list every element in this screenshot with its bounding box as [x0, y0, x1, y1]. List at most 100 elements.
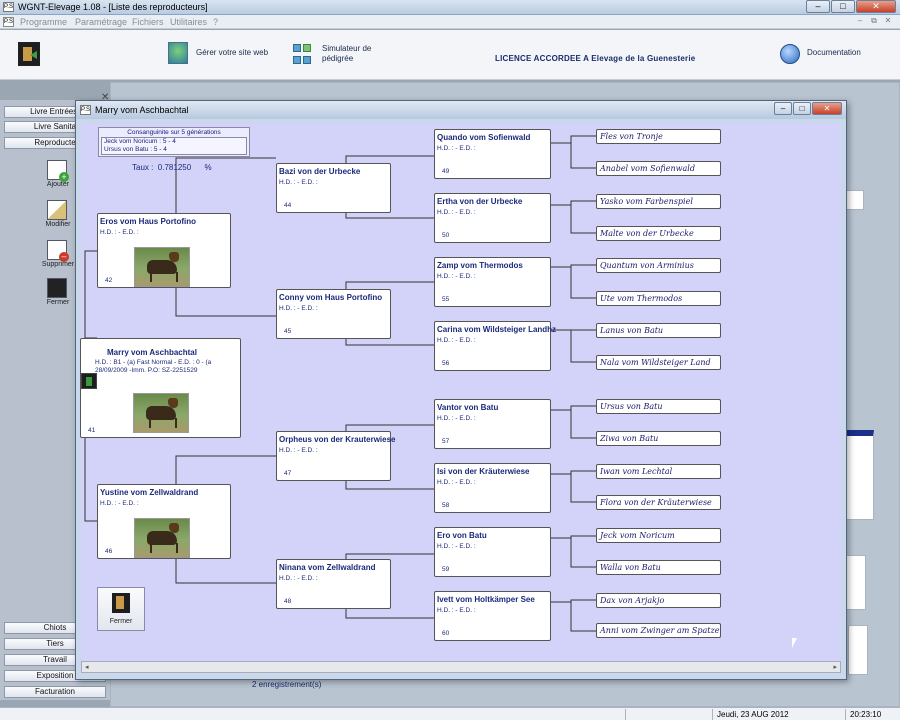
dog-name: Vantor von Batu [437, 403, 499, 412]
dog-name: Orpheus von der Krauterwiese [279, 435, 396, 444]
gen4-card[interactable]: Flora von der Kräuterwiese [596, 495, 721, 510]
menubar: P.S Programme Paramétrage Fichiers Utili… [0, 15, 900, 29]
simulator-label-line1[interactable]: Simulateur de [322, 44, 371, 54]
sire-card[interactable]: Eros vom Haus Portofino H.D. : - E.D. : … [97, 213, 231, 288]
close-button[interactable]: ✕ [856, 0, 896, 13]
dog-health: H.D. : - E.D. : [437, 337, 476, 344]
gen3-card[interactable]: Ivett vom Holtkämper See H.D. : - E.D. :… [434, 591, 551, 641]
gen3-card[interactable]: Ero von Batu H.D. : - E.D. : 59 [434, 527, 551, 577]
dog-health: H.D. : - E.D. : [437, 607, 476, 614]
website-label[interactable]: Gérer votre site web [196, 48, 268, 58]
menu-utilitaires[interactable]: Utilitaires [170, 17, 207, 27]
subject-card[interactable]: Marry vom Aschbachtal H.D. : B1 - (a) Fa… [80, 338, 241, 438]
dialog-titlebar: P.S Marry vom Aschbachtal – □ ✕ [76, 101, 846, 119]
gen4-card[interactable]: Fles von Tronje [596, 129, 721, 144]
menu-app-icon[interactable]: P.S [3, 17, 14, 27]
gen4-card[interactable]: Dax von Arjakjo [596, 593, 721, 608]
subject-door-icon[interactable] [81, 373, 97, 389]
dialog-close-button[interactable]: ✕ [812, 102, 842, 115]
dog-photo [134, 518, 190, 558]
edit-icon[interactable] [47, 200, 67, 220]
gen2-card[interactable]: Ninana vom Zellwaldrand H.D. : - E.D. : … [276, 559, 391, 609]
menu-programme[interactable]: Programme [20, 17, 67, 27]
gen2-card[interactable]: Conny vom Haus Portofino H.D. : - E.D. :… [276, 289, 391, 339]
add-label[interactable]: Ajouter [38, 181, 78, 188]
licence-text: LICENCE ACCORDEE A Elevage de la Guenest… [495, 54, 696, 63]
fermer-button[interactable]: Fermer [97, 587, 145, 631]
documentation-label[interactable]: Documentation [807, 48, 861, 58]
dog-number: 50 [442, 232, 450, 239]
gen3-card[interactable]: Carina vom Wildsteiger Landhz H.D. : - E… [434, 321, 556, 371]
dog-name: Yustine vom Zellwaldrand [100, 488, 199, 497]
simulator-label-line2[interactable]: pédigrée [322, 54, 353, 64]
pedigree-dialog: P.S Marry vom Aschbachtal – □ ✕ Consangu… [75, 100, 847, 680]
bg-field [846, 190, 864, 210]
dog-number: 57 [442, 438, 450, 445]
minimize-button[interactable]: – [806, 0, 830, 13]
dialog-maximize-button[interactable]: □ [793, 102, 811, 115]
mdi-minimize-button[interactable]: – [854, 16, 866, 27]
gen4-card[interactable]: Anabel vom Sofienwald [596, 161, 721, 176]
gen4-card[interactable]: Walla von Batu [596, 560, 721, 575]
mdi-restore-button[interactable]: ⧉ [868, 16, 880, 27]
consanguinity-title: Consanguinite sur 5 générations [127, 129, 221, 136]
dog-health: H.D. : - E.D. : [437, 145, 476, 152]
website-icon[interactable] [168, 42, 188, 64]
delete-label[interactable]: Supprimer [38, 261, 78, 268]
dog-number: 49 [442, 168, 450, 175]
gen4-card[interactable]: Anni vom Zwinger am Spatzen [596, 623, 721, 638]
gen4-card[interactable]: Ziwa von Batu [596, 431, 721, 446]
dog-name: Quando vom Sofienwald [437, 133, 531, 142]
app-titlebar: P.S WGNT-Elevage 1.08 - [Liste des repro… [0, 0, 900, 15]
gen3-card[interactable]: Quando vom Sofienwald H.D. : - E.D. : 49 [434, 129, 551, 179]
delete-icon[interactable] [47, 240, 69, 262]
window-controls: – □ ✕ [806, 0, 896, 13]
close-door-icon[interactable] [47, 278, 67, 298]
dog-name: Ninana vom Zellwaldrand [279, 563, 376, 572]
gen2-card[interactable]: Orpheus von der Krauterwiese H.D. : - E.… [276, 431, 395, 481]
gen4-card[interactable]: Nala vom Wildsteiger Land [596, 355, 721, 370]
gen4-card[interactable]: Ursus von Batu [596, 399, 721, 414]
fermer-label: Fermer [109, 618, 133, 625]
documentation-icon[interactable] [780, 44, 800, 64]
gen4-card[interactable]: Quantum von Arminius [596, 258, 721, 273]
gen4-card[interactable]: Iwan vom Lechtal [596, 464, 721, 479]
gen4-card[interactable]: Lanus von Batu [596, 323, 721, 338]
gen4-card[interactable]: Jeck vom Noricum [596, 528, 721, 543]
gen3-card[interactable]: Isi von der Kräuterwiese H.D. : - E.D. :… [434, 463, 551, 513]
gen4-card[interactable]: Yasko vom Farbenspiel [596, 194, 721, 209]
menu-parametrage[interactable]: Paramétrage [75, 17, 127, 27]
app-title: WGNT-Elevage 1.08 - [Liste des reproduct… [18, 2, 208, 12]
consanguinity-panel: Consanguinite sur 5 générations Jeck vom… [98, 127, 250, 157]
door-icon [112, 593, 130, 613]
mdi-close-button[interactable]: ✕ [882, 16, 894, 27]
dialog-minimize-button[interactable]: – [774, 102, 792, 115]
gen3-card[interactable]: Zamp vom Thermodos H.D. : - E.D. : 55 [434, 257, 551, 307]
scroll-left-icon[interactable]: ◂ [85, 663, 89, 671]
edit-label[interactable]: Modifier [38, 221, 78, 228]
menu-fichiers[interactable]: Fichiers [132, 17, 164, 27]
sidebar-facturation[interactable]: Facturation [4, 686, 106, 698]
close-label[interactable]: Fermer [38, 299, 78, 306]
subject-number: 41 [88, 427, 96, 434]
gen3-card[interactable]: Ertha von der Urbecke H.D. : - E.D. : 50 [434, 193, 551, 243]
gen4-card[interactable]: Malte von der Urbecke [596, 226, 721, 241]
menu-help[interactable]: ? [213, 17, 218, 27]
dog-health: H.D. : - E.D. : [437, 273, 476, 280]
dog-number: 55 [442, 296, 450, 303]
consanguinity-list[interactable]: Jeck vom Noricum : 5 - 4 Ursus von Batu … [101, 137, 247, 155]
pedigree-simulator-icon[interactable] [293, 44, 313, 66]
maximize-button[interactable]: □ [831, 0, 855, 13]
dog-number: 47 [284, 470, 292, 477]
exit-door-icon[interactable] [18, 42, 40, 66]
dog-health: H.D. : - E.D. : [279, 447, 318, 454]
dam-card[interactable]: Yustine vom Zellwaldrand H.D. : - E.D. :… [97, 484, 231, 559]
gen4-card[interactable]: Ute vom Thermodos [596, 291, 721, 306]
gen2-card[interactable]: Bazi von der Urbecke H.D. : - E.D. : 44 [276, 163, 391, 213]
add-icon[interactable] [47, 160, 69, 182]
toolbar: Gérer votre site web Simulateur de pédig… [0, 30, 900, 80]
gen3-card[interactable]: Vantor von Batu H.D. : - E.D. : 57 [434, 399, 551, 449]
dog-number: 44 [284, 202, 292, 209]
horizontal-scrollbar[interactable]: ◂ ▸ [81, 661, 841, 673]
scroll-right-icon[interactable]: ▸ [833, 663, 837, 671]
